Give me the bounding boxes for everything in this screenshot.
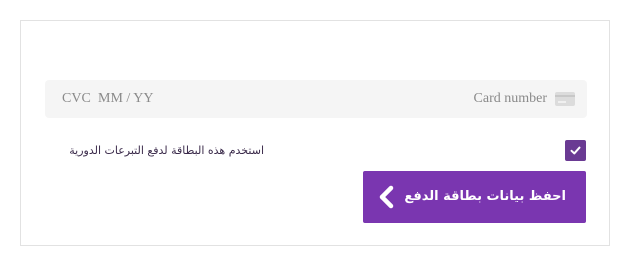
payment-form-panel: Card number MM / YY CVC استخدم هذه البطا…: [20, 20, 610, 246]
card-number-placeholder[interactable]: Card number: [474, 90, 547, 108]
expiry-placeholder[interactable]: MM / YY: [98, 90, 154, 108]
checkmark-icon: [570, 146, 581, 155]
save-card-button-label: احفظ بيانات بطاقة الدفع: [404, 189, 566, 204]
save-card-button[interactable]: احفظ بيانات بطاقة الدفع: [363, 171, 586, 223]
card-input-field[interactable]: Card number MM / YY CVC: [45, 80, 587, 118]
cvc-placeholder[interactable]: CVC: [62, 90, 91, 108]
credit-card-icon: [555, 92, 575, 106]
recurring-donation-label: استخدم هذه البطاقة لدفع التبرعات الدورية: [69, 144, 264, 157]
chevron-left-icon: [379, 185, 394, 209]
recurring-donation-checkbox[interactable]: [565, 140, 586, 161]
